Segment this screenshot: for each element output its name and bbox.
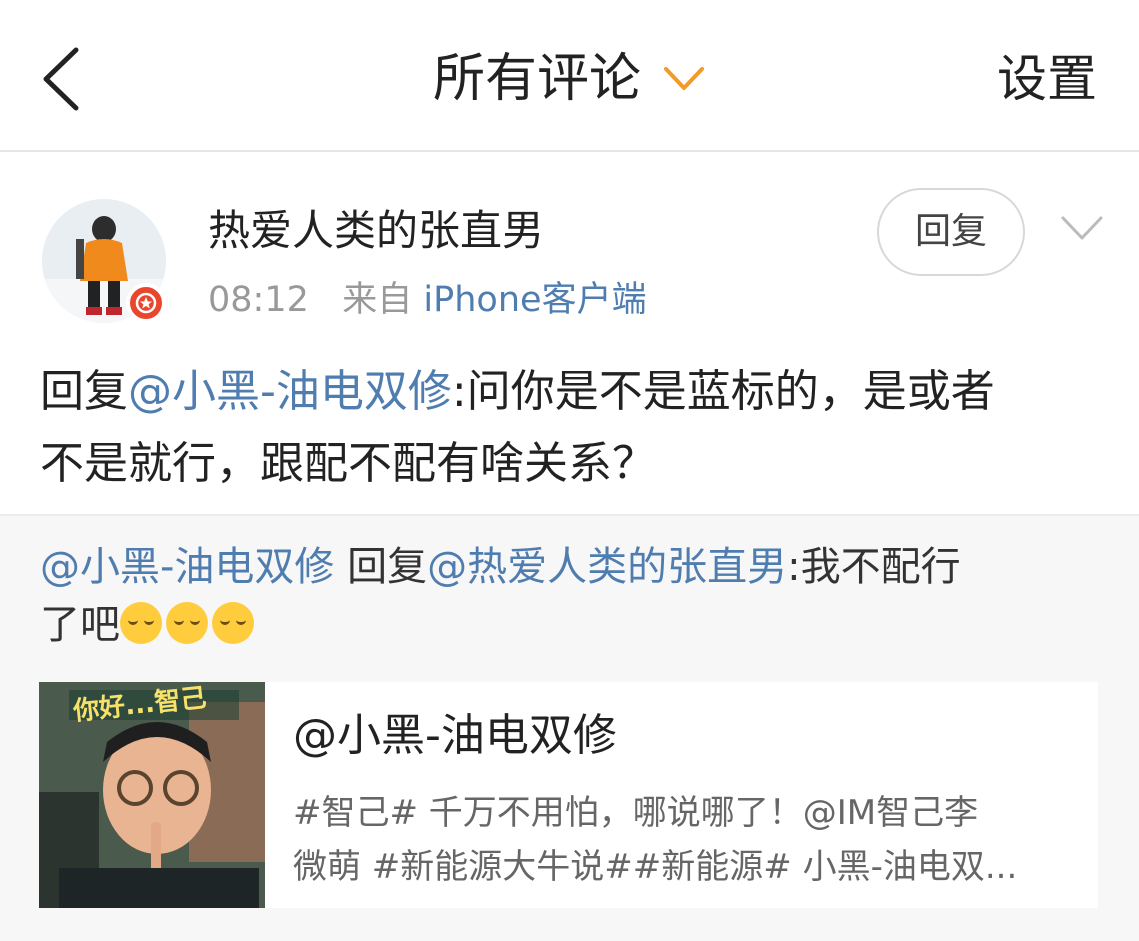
crying-face-icon	[166, 602, 208, 644]
card-title: @小黑-油电双修	[293, 710, 617, 761]
card-description: #智己# 千万不用怕，哪说哪了！@IM智己李 微萌 #新能源大牛说##新能源# …	[293, 793, 1018, 887]
source-link[interactable]: iPhone客户端	[423, 280, 646, 320]
title-dropdown[interactable]: 所有评论	[0, 46, 1139, 112]
reply-author-link[interactable]: @小黑-油电双修	[40, 544, 334, 590]
mention-link[interactable]: @小黑-油电双修	[128, 366, 452, 417]
shared-post-card[interactable]: 你好...智己 @小黑-油电双修 #智己# 千万不用怕，哪说哪了！@IM智己李 …	[39, 682, 1098, 908]
comment-item: 热爱人类的张直男 08:12 来自 iPhone客户端 回复 回复@小黑-油电双…	[0, 152, 1139, 514]
nested-reply: @小黑-油电双修 回复@热爱人类的张直男:我不配行 了吧 你好...智己 @小黑…	[0, 514, 1139, 941]
page-title: 所有评论	[432, 49, 641, 109]
crying-face-icon	[212, 602, 254, 644]
source-prefix: 来自	[342, 280, 413, 320]
comment-meta: 08:12 来自 iPhone客户端	[208, 276, 647, 324]
reply-button[interactable]: 回复	[877, 188, 1025, 276]
settings-button[interactable]: 设置	[997, 46, 1097, 112]
comment-text: 回复@小黑-油电双修:问你是不是蓝标的，是或者 不是就行，跟配不配有啥关系？	[40, 366, 995, 489]
chevron-down-icon	[664, 67, 705, 90]
verified-badge-icon	[126, 283, 166, 323]
nav-header: 所有评论 设置	[0, 0, 1139, 152]
crying-face-icon	[120, 602, 162, 644]
comment-time: 08:12	[208, 280, 309, 320]
nested-reply-text: @小黑-油电双修 回复@热爱人类的张直男:我不配行 了吧	[40, 544, 961, 648]
post-thumbnail: 你好...智己	[39, 682, 265, 908]
username[interactable]: 热爱人类的张直男	[208, 204, 544, 258]
chevron-down-icon[interactable]	[1060, 214, 1104, 244]
reply-target-link[interactable]: @热爱人类的张直男	[427, 544, 787, 590]
